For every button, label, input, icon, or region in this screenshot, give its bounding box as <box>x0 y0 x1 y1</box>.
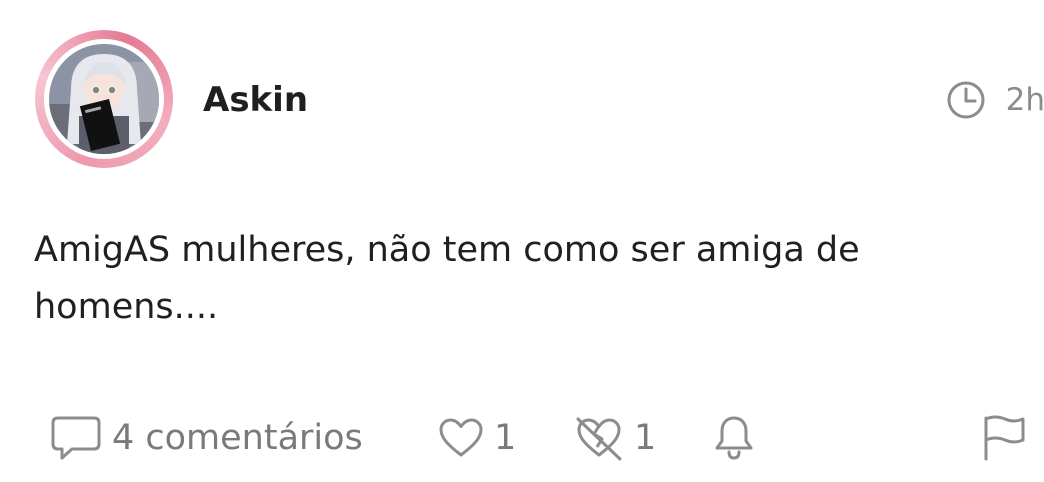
like-button[interactable]: 1 <box>438 405 516 471</box>
notify-button[interactable] <box>713 405 755 471</box>
bell-icon <box>713 414 755 462</box>
report-button[interactable] <box>981 405 1027 471</box>
comments-button[interactable]: 4 comentários <box>50 405 363 471</box>
clock-icon <box>946 80 986 120</box>
post-time-label: 2h <box>1005 82 1044 118</box>
username[interactable]: Askin <box>203 80 308 120</box>
post-body: AmigAS mulheres, não tem como ser amiga … <box>34 230 860 327</box>
comment-icon <box>50 414 102 462</box>
broken-heart-icon <box>574 415 624 461</box>
dislikes-count: 1 <box>634 418 657 458</box>
flag-icon <box>981 413 1027 463</box>
heart-icon <box>438 417 484 459</box>
post-actions: 4 comentários 1 1 <box>0 405 1044 471</box>
avatar[interactable] <box>35 30 173 168</box>
comments-label: 4 comentários <box>112 418 363 458</box>
likes-count: 1 <box>494 418 517 458</box>
avatar-image <box>49 44 159 154</box>
post-time: 2h <box>946 78 1044 122</box>
dislike-button[interactable]: 1 <box>574 405 656 471</box>
